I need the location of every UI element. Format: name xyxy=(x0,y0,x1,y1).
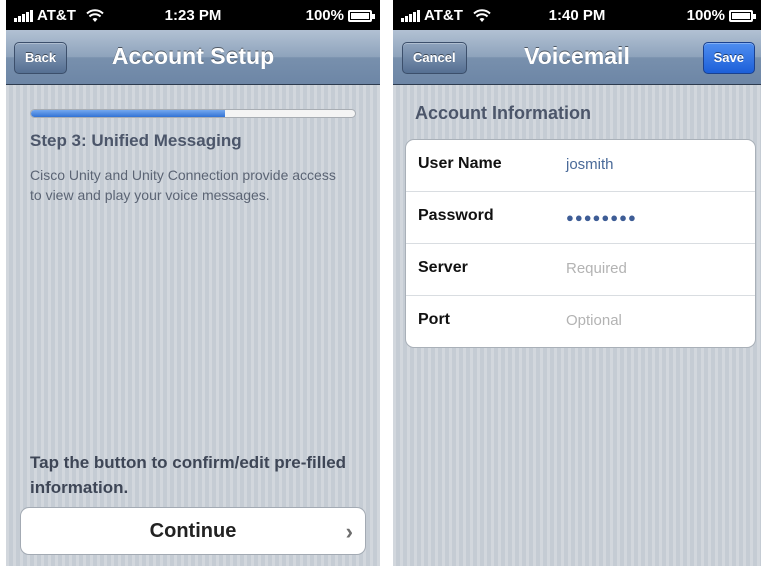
user-name-field[interactable]: josmith xyxy=(566,156,614,173)
account-info-group: User Name josmith Password ●●●●●●●● Serv… xyxy=(405,139,756,348)
battery-icon xyxy=(348,9,375,22)
port-field[interactable]: Optional xyxy=(566,312,622,329)
status-bar: AT&T 1:23 PM 100% xyxy=(6,0,380,30)
voicemail-screen: AT&T 1:40 PM 100% Cancel Voicemail Save … xyxy=(393,0,761,566)
navigation-bar: Back Account Setup xyxy=(6,30,380,85)
continue-label: Continue xyxy=(149,520,237,542)
section-title: Account Information xyxy=(415,103,591,123)
field-label: Password xyxy=(418,207,494,224)
chevron-right-icon: › xyxy=(345,519,353,544)
navigation-bar: Cancel Voicemail Save xyxy=(393,30,761,85)
account-setup-screen: AT&T 1:23 PM 100% Back Account Setup Ste… xyxy=(6,0,380,566)
battery-percent: 100% xyxy=(305,7,344,24)
field-label: User Name xyxy=(418,155,502,172)
step-description: Cisco Unity and Unity Connection provide… xyxy=(30,167,336,203)
field-label: Server xyxy=(418,259,468,276)
save-button[interactable]: Save xyxy=(702,42,755,74)
port-row[interactable]: Port Optional xyxy=(406,296,755,347)
server-row[interactable]: Server Required xyxy=(406,244,755,296)
battery-icon xyxy=(729,9,756,22)
page-title: Account Setup xyxy=(111,43,275,69)
password-field[interactable]: ●●●●●●●● xyxy=(566,210,637,225)
step-title: Step 3: Unified Messaging xyxy=(30,131,242,150)
continue-button[interactable]: Continue › xyxy=(20,507,366,555)
battery-indicator: 100% xyxy=(305,7,375,24)
password-row[interactable]: Password ●●●●●●●● xyxy=(406,192,755,244)
server-field[interactable]: Required xyxy=(566,260,627,277)
instruction-text: Tap the button to confirm/edit pre-fille… xyxy=(30,453,347,497)
user-name-row[interactable]: User Name josmith xyxy=(406,140,755,192)
field-label: Port xyxy=(418,311,450,328)
progress-fill xyxy=(31,110,226,117)
battery-percent: 100% xyxy=(686,7,725,24)
battery-indicator: 100% xyxy=(686,7,756,24)
status-bar: AT&T 1:40 PM 100% xyxy=(393,0,761,30)
setup-progress-bar xyxy=(30,109,356,118)
